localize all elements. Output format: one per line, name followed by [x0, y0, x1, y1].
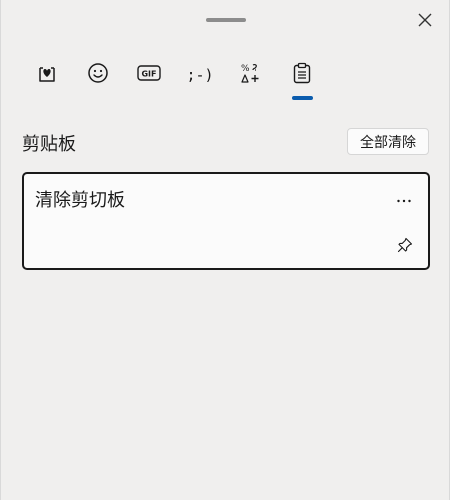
- tab-clipboard[interactable]: [282, 58, 322, 92]
- tab-favorites[interactable]: [27, 58, 67, 92]
- tab-symbols[interactable]: %: [230, 58, 270, 92]
- tab-gif[interactable]: GIF: [129, 58, 169, 92]
- more-icon: [396, 188, 412, 207]
- emoji-clipboard-panel: GIF ;-) % 剪贴板 全部清除 清除剪切板: [0, 0, 450, 500]
- close-icon: [418, 12, 432, 31]
- symbols-icon: %: [239, 62, 261, 88]
- clipboard-icon: [292, 62, 312, 88]
- more-options-button[interactable]: [391, 186, 417, 208]
- smiley-icon: [87, 62, 109, 88]
- drag-handle[interactable]: [206, 18, 246, 22]
- gif-label: GIF: [141, 70, 156, 79]
- gif-icon: GIF: [137, 64, 161, 86]
- clipboard-item-text: 清除剪切板: [35, 190, 125, 211]
- category-tabs: GIF ;-) %: [1, 58, 449, 104]
- tab-emoji[interactable]: [78, 58, 118, 92]
- close-button[interactable]: [413, 9, 437, 33]
- svg-text:%: %: [241, 64, 250, 74]
- clipboard-item[interactable]: 清除剪切板: [22, 172, 430, 270]
- tab-kaomoji[interactable]: ;-): [180, 58, 220, 92]
- section-title: 剪贴板: [22, 134, 76, 155]
- clear-all-button[interactable]: 全部清除: [347, 128, 429, 155]
- heart-board-icon: [36, 62, 58, 88]
- pin-button[interactable]: [393, 235, 417, 259]
- pin-icon: [397, 237, 413, 257]
- selected-tab-indicator: [292, 96, 313, 100]
- kaomoji-icon: ;-): [186, 66, 214, 84]
